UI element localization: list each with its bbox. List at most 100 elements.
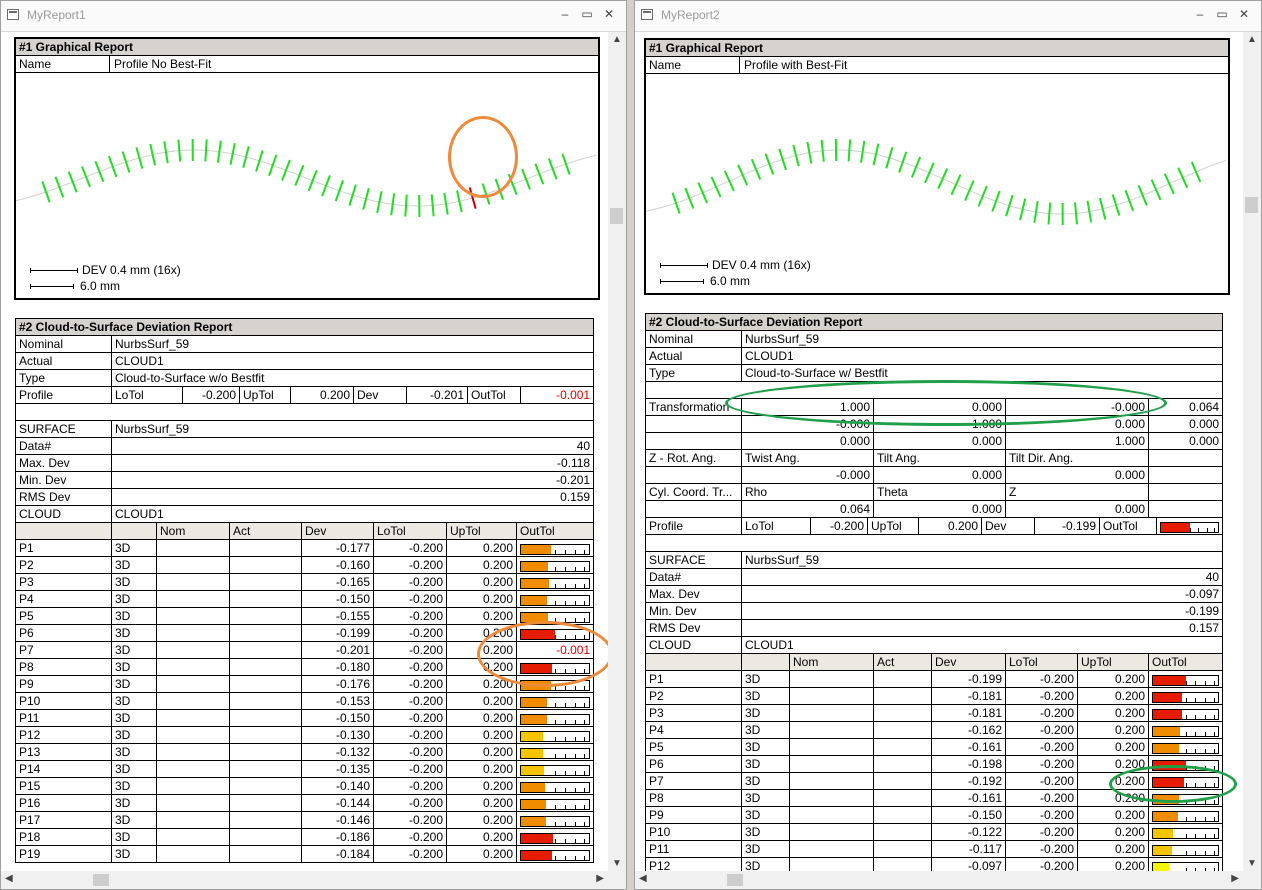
deviation-whisker [507,173,518,196]
point-name: P15 [15,777,112,795]
deviation-whisker [950,174,962,196]
point-name: P10 [645,823,742,841]
point-name: P7 [15,641,112,659]
uptol-value: 0.200 [446,709,517,727]
outtol-bar [520,730,591,742]
scroll-right-icon[interactable]: ▶ [596,873,604,884]
outtol-cell [1147,789,1224,807]
outtol-bar-tick [1185,833,1187,838]
deviation-whisker [404,194,408,217]
window-title: MyReport2 [661,8,720,22]
spacer-row [644,381,1224,399]
point-name: P4 [15,590,112,608]
scroll-left-icon[interactable]: ◀ [639,873,647,884]
scroll-thumb[interactable] [1245,197,1258,213]
table-row: P15 3D -0.140 -0.200 0.200 [15,777,595,795]
close-icon[interactable]: ✕ [1233,7,1255,21]
outtol-bar-fill [1153,811,1178,821]
point-name: P18 [15,828,112,846]
outtol-cell [1147,721,1224,739]
outtol-value: -0.001 [556,387,591,402]
scroll-left-icon[interactable]: ◀ [5,873,13,884]
vertical-scrollbar[interactable]: ▲ ▼ [608,32,626,871]
close-icon[interactable]: ✕ [598,7,620,21]
col-outtol: OutTol [1147,653,1224,671]
actual-label: Actual [15,352,112,370]
scroll-up-icon[interactable]: ▲ [1243,34,1261,45]
outtol-bar [520,815,591,827]
table-row: P1 3D -0.177 -0.200 0.200 [15,539,595,557]
outtol-bar-tick [575,668,577,673]
act-value [873,738,932,756]
outtol-bar-tick [575,617,577,622]
transformation-row-1: Transformation 1.000 0.000 -0.000 0.064 [645,398,1224,416]
minimize-icon[interactable]: ‒ [554,7,576,21]
name-label: Name [646,57,740,73]
point-name: P6 [645,755,742,773]
act-value [229,641,302,659]
outtol-bar-tick [555,770,557,775]
outtol-bar-fill [521,765,545,775]
hscroll-thumb[interactable] [727,874,743,886]
outtol-bar [520,832,591,844]
lotol-value: -0.200 [1005,670,1078,688]
dev-value: -0.150 [301,590,374,608]
rho-label: Rho [741,483,874,501]
dev-value: -0.150 [931,806,1006,824]
dev-value: -0.180 [301,658,374,676]
horizontal-scrollbar[interactable]: ◀ ▶ [1,871,608,889]
minimize-icon[interactable]: ‒ [1189,7,1211,21]
deviation-whisker [991,190,1001,212]
uptol-value: 0.200 [446,794,517,812]
matrix-cell: -0.000 [1005,398,1149,416]
table-row: P6 3D -0.199 -0.200 0.200 [15,624,595,642]
point-type: 3D [111,590,157,608]
nominal-label: Nominal [15,335,112,353]
dev-value: -0.165 [301,573,374,591]
scroll-thumb[interactable] [610,208,623,224]
outtol-bar-tick [565,702,567,707]
act-value [873,823,932,841]
outtol-cell [515,675,595,693]
maximize-icon[interactable]: ▭ [576,7,598,21]
scroll-right-icon[interactable]: ▶ [1231,873,1239,884]
col-lotol: LoTol [1005,653,1078,671]
deviation-whisker [307,170,318,192]
deviation-whisker [684,187,695,209]
deviation-whisker [494,178,505,201]
outtol-cell [515,777,595,795]
nom-value [156,811,230,829]
spacer-row [14,403,595,421]
outtol-bar-tick [1195,731,1197,736]
outtol-bar [520,594,591,606]
scroll-up-icon[interactable]: ▲ [608,34,626,45]
nom-value [156,692,230,710]
maximize-icon[interactable]: ▭ [1211,7,1233,21]
outtol-bar-tick [1213,765,1215,770]
horizontal-scrollbar[interactable]: ◀ ▶ [635,871,1243,889]
dev-value: -0.176 [301,675,374,693]
hscroll-thumb[interactable] [93,874,109,886]
dev-value: -0.181 [931,687,1006,705]
transformation-row-2: -0.000 1.000 0.000 0.000 [645,415,1224,433]
outtol-cell [515,794,595,812]
dev-value: -0.162 [931,721,1006,739]
outtol-cell [1147,755,1224,773]
scroll-down-icon[interactable]: ▼ [608,858,626,869]
scroll-down-icon[interactable]: ▼ [1243,858,1261,869]
uptol-value: 0.200 [1077,789,1149,807]
profile-plot [16,138,597,218]
vertical-scrollbar[interactable]: ▲ ▼ [1243,32,1261,871]
nom-value [789,670,874,688]
outtol-cell [515,692,595,710]
window-titlebar[interactable]: MyReport1 ‒ ▭ ✕ [1,1,626,32]
uptol-value: 0.200 [446,845,517,863]
report-window-2: MyReport2 ‒ ▭ ✕ #1 Graphical Report Name P… [634,0,1262,890]
nom-value [789,721,874,739]
table-row: P2 3D -0.160 -0.200 0.200 [15,556,595,574]
nom-value [789,806,874,824]
window-titlebar[interactable]: MyReport2 ‒ ▭ ✕ [635,1,1261,32]
z-label: Z [1005,483,1149,501]
dev-label: Dev [981,518,1035,534]
outtol-bar-tick [584,821,586,826]
